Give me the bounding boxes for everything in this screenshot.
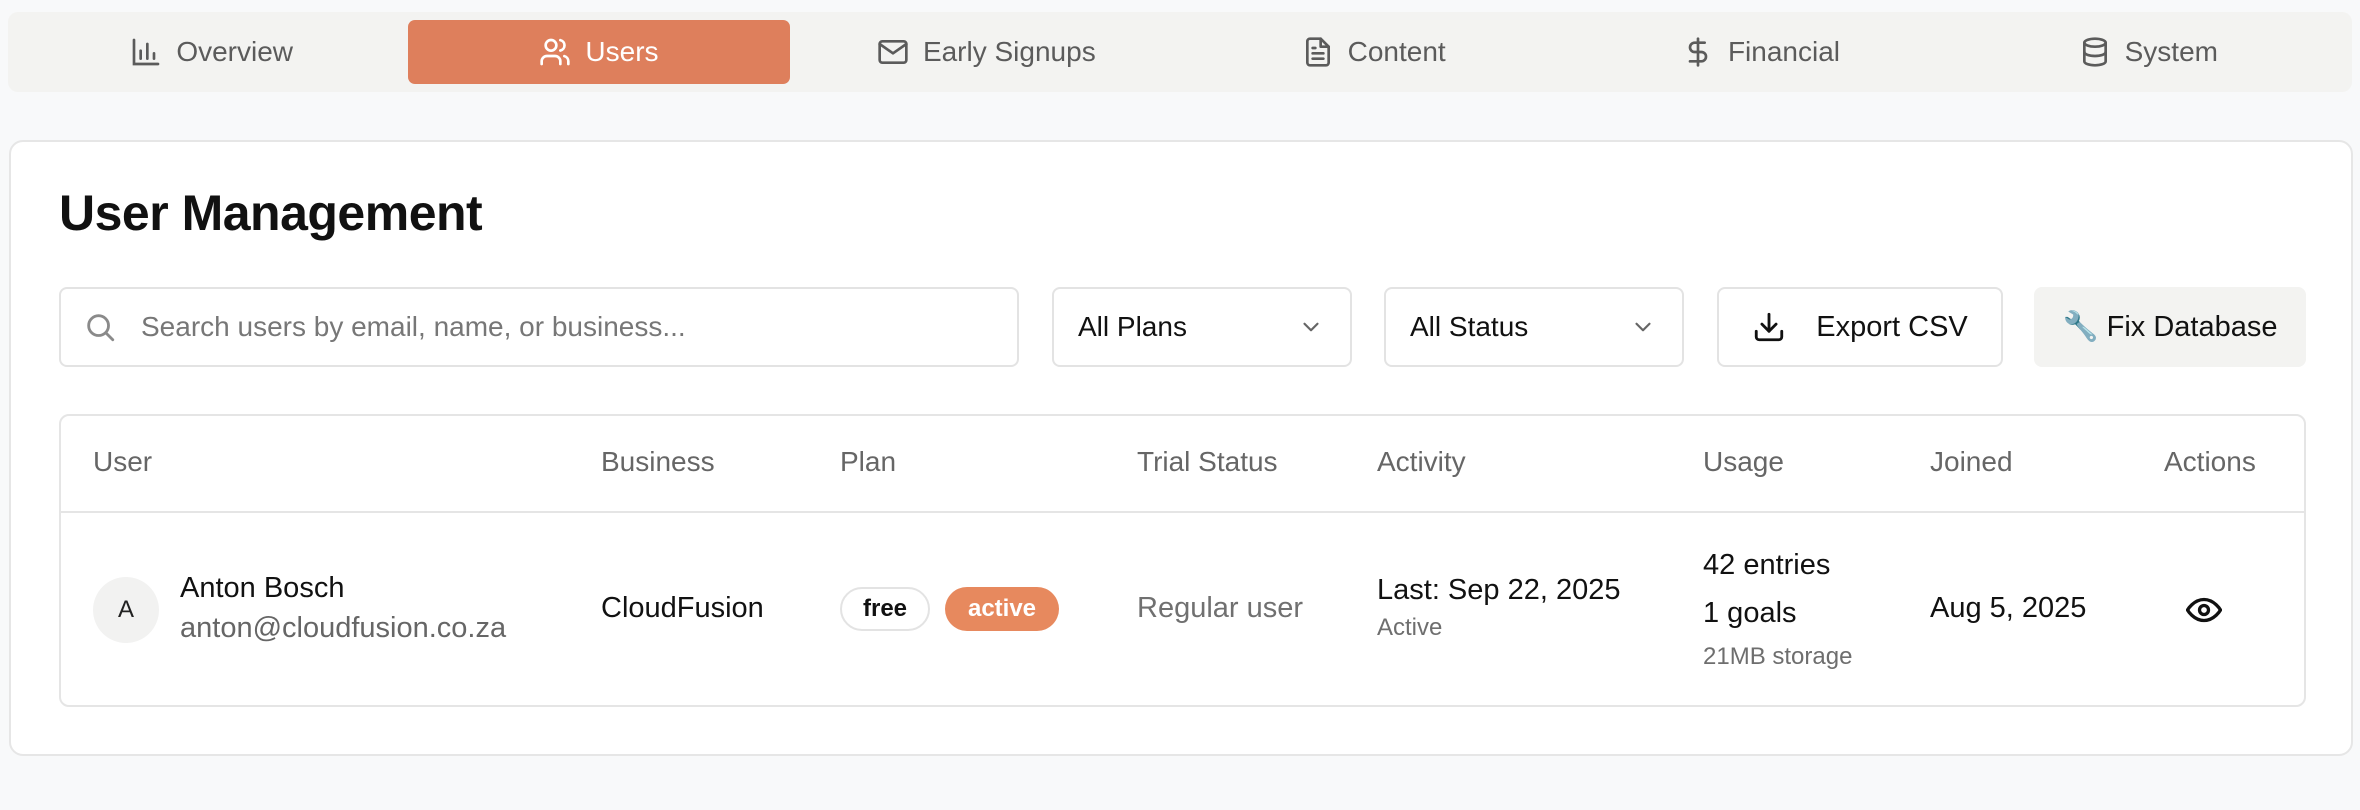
export-csv-label: Export CSV bbox=[1816, 310, 1968, 343]
export-csv-button[interactable]: Export CSV bbox=[1717, 287, 2003, 367]
bar-chart-icon bbox=[130, 36, 162, 68]
chevron-down-icon bbox=[1298, 314, 1324, 340]
usage-storage: 21MB storage bbox=[1703, 643, 1853, 670]
table-header: User Business Plan Trial Status Activity… bbox=[61, 416, 2304, 513]
column-header-activity: Activity bbox=[1377, 446, 1466, 477]
status-badge: active bbox=[945, 587, 1059, 631]
eye-icon[interactable] bbox=[2186, 592, 2222, 628]
tab-label: Early Signups bbox=[922, 36, 1096, 67]
file-text-icon bbox=[1302, 36, 1334, 68]
tab-label: Content bbox=[1347, 36, 1446, 67]
chevron-down-icon bbox=[1630, 314, 1656, 340]
status-filter-value: All Status bbox=[1410, 311, 1529, 342]
mail-icon bbox=[877, 36, 909, 68]
tab-financial[interactable]: Financial bbox=[1570, 20, 1951, 84]
tab-label: Overview bbox=[176, 36, 294, 67]
usage-goals: 1 goals bbox=[1703, 597, 1797, 629]
activity-state: Active bbox=[1377, 614, 1443, 641]
usage-entries: 42 entries bbox=[1703, 549, 1831, 581]
database-icon bbox=[2079, 36, 2111, 68]
dollar-icon bbox=[1682, 36, 1714, 68]
plan-badge: free bbox=[840, 587, 930, 631]
tab-system[interactable]: System bbox=[1958, 20, 2339, 84]
column-header-business: Business bbox=[601, 446, 715, 477]
search-input[interactable] bbox=[141, 311, 1001, 343]
search-icon bbox=[83, 310, 117, 344]
tab-users[interactable]: Users bbox=[408, 20, 790, 84]
column-header-actions: Actions bbox=[2164, 446, 2256, 477]
column-header-plan: Plan bbox=[840, 446, 897, 477]
download-icon bbox=[1752, 310, 1786, 344]
tab-overview[interactable]: Overview bbox=[21, 20, 402, 84]
column-header-user: User bbox=[93, 446, 153, 477]
tab-label: System bbox=[2124, 36, 2218, 67]
search-box[interactable] bbox=[59, 287, 1019, 367]
page-title: User Management bbox=[59, 185, 483, 241]
tab-label: Users bbox=[585, 36, 659, 67]
users-table: User Business Plan Trial Status Activity… bbox=[59, 414, 2306, 707]
plan-filter-value: All Plans bbox=[1078, 311, 1187, 342]
user-name: Anton Bosch bbox=[180, 572, 345, 604]
user-management-card: User Management All Plans All Status Exp… bbox=[9, 140, 2353, 756]
tab-content[interactable]: Content bbox=[1183, 20, 1564, 84]
activity-last: Last: Sep 22, 2025 bbox=[1377, 574, 1621, 606]
tab-early-signups[interactable]: Early Signups bbox=[796, 20, 1177, 84]
joined-date: Aug 5, 2025 bbox=[1930, 592, 2087, 624]
column-header-usage: Usage bbox=[1703, 446, 1784, 477]
table-row: A Anton Bosch anton@cloudfusion.co.za Cl… bbox=[61, 513, 2304, 705]
trial-status: Regular user bbox=[1137, 592, 1304, 624]
fix-database-label: 🔧 Fix Database bbox=[2062, 311, 2278, 343]
tab-label: Financial bbox=[1727, 36, 1840, 67]
tab-bar: Overview Users Early Signups Content Fin… bbox=[8, 12, 2352, 92]
fix-database-button[interactable]: 🔧 Fix Database bbox=[2034, 287, 2306, 367]
users-icon bbox=[539, 36, 571, 68]
user-email: anton@cloudfusion.co.za bbox=[180, 612, 507, 644]
column-header-joined: Joined bbox=[1930, 446, 2013, 477]
avatar: A bbox=[93, 577, 159, 643]
status-filter-select[interactable]: All Status bbox=[1384, 287, 1684, 367]
plan-filter-select[interactable]: All Plans bbox=[1052, 287, 1352, 367]
column-header-trial-status: Trial Status bbox=[1137, 446, 1278, 477]
business-name: CloudFusion bbox=[601, 592, 764, 624]
